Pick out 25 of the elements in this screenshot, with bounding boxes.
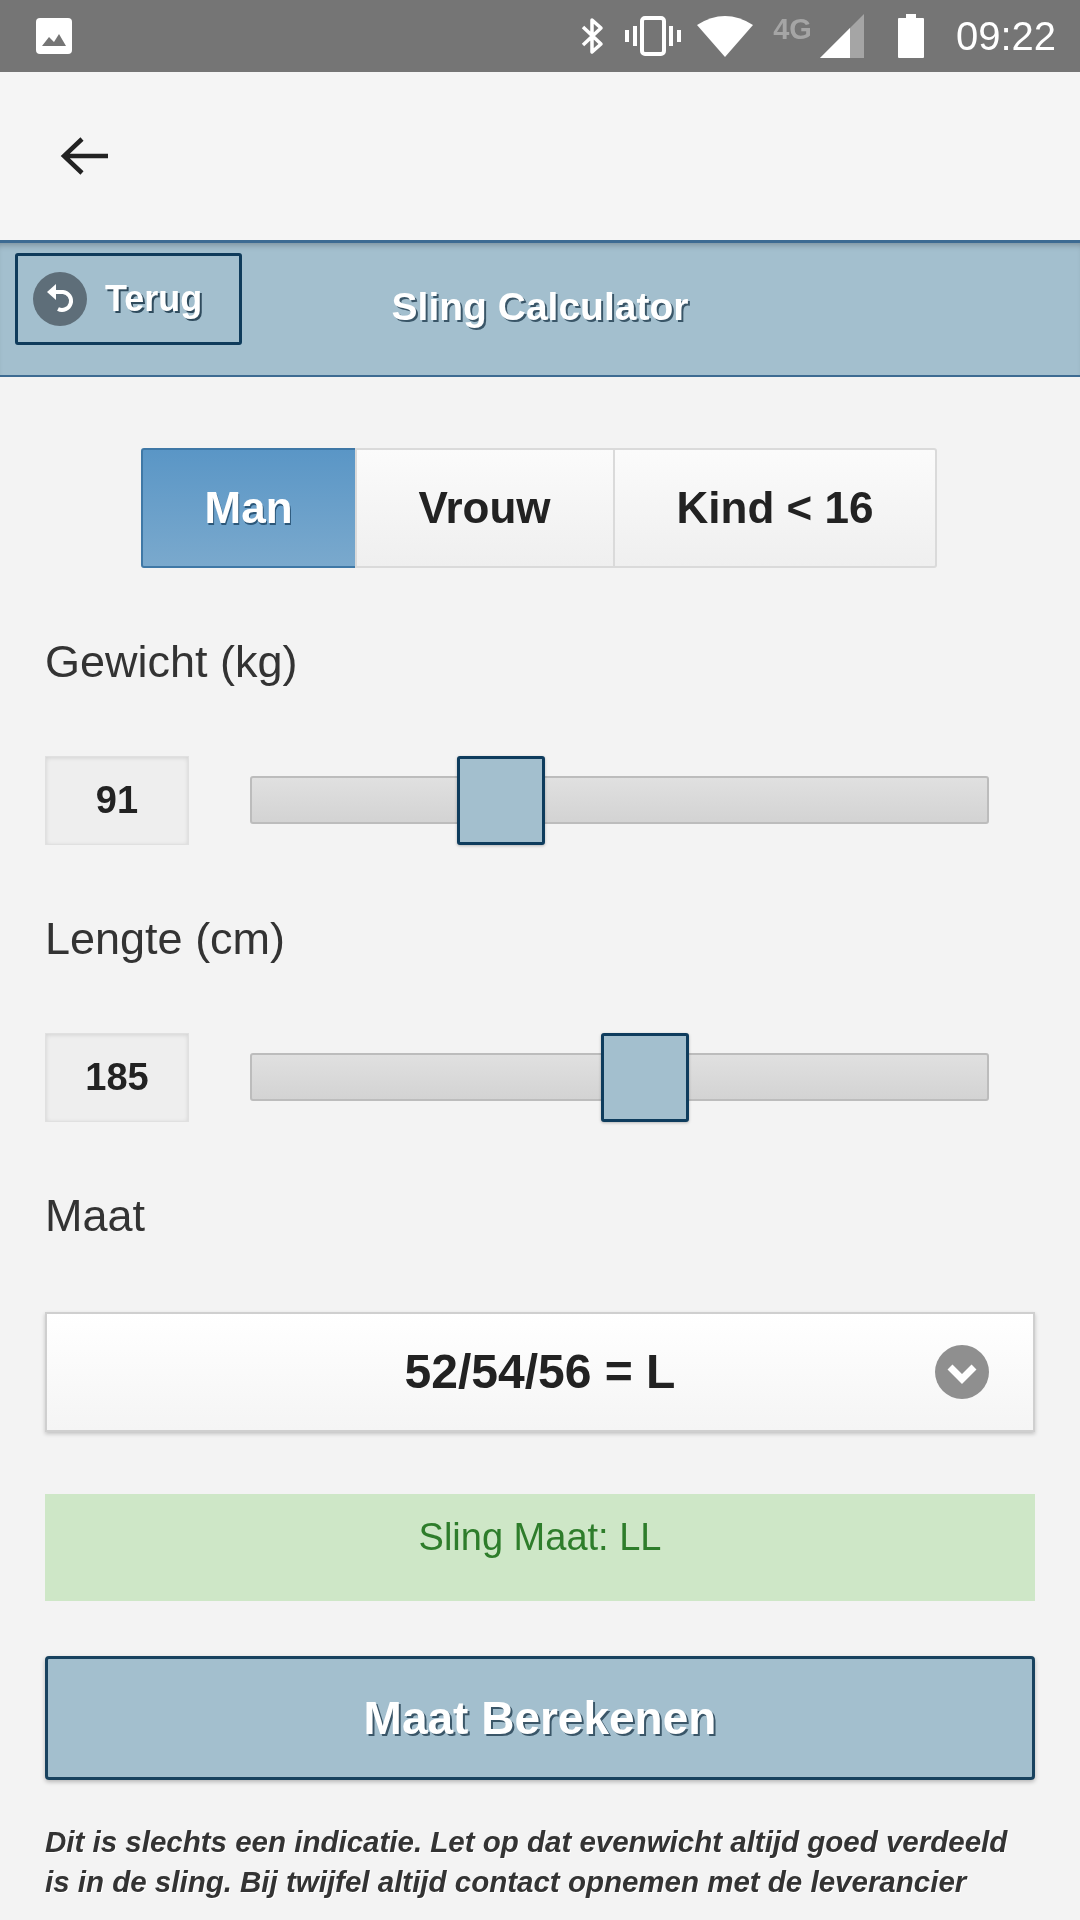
vibrate-icon	[625, 15, 682, 57]
gender-tab[interactable]: Vrouw	[354, 448, 615, 568]
back-arrow-icon[interactable]	[60, 136, 110, 176]
slider-track[interactable]	[250, 756, 989, 845]
slider-thumb[interactable]	[600, 1033, 689, 1122]
page-title: Sling Calculator	[391, 284, 689, 330]
gender-tab[interactable]: Kind < 16	[612, 448, 938, 568]
clock-time: 09:22	[955, 16, 1056, 56]
undo-icon	[33, 272, 87, 326]
dropdown-value: 52/54/56 = L	[404, 1344, 676, 1400]
disclaimer-text: Dit is slechts een indicatie. Let op dat evenwicht altijd goed verdeeld is in de sling. Bij twijfel altijd contact opnemen met de leverancier	[45, 1824, 1009, 1900]
battery-icon	[897, 14, 924, 58]
value-field[interactable]: 185	[45, 1033, 189, 1122]
image-icon	[36, 18, 72, 54]
field-label: Maat	[45, 1191, 146, 1241]
slider-track[interactable]	[250, 1033, 989, 1122]
value-field[interactable]: 91	[45, 756, 189, 845]
field-label: Lengte (cm)	[45, 914, 286, 964]
size-dropdown[interactable]: 52/54/56 = L	[45, 1312, 1035, 1432]
wifi-icon	[697, 15, 754, 57]
signal-icon	[819, 14, 864, 58]
slider-thumb[interactable]	[457, 756, 546, 845]
result-message: Sling Maat: LL	[45, 1494, 1035, 1601]
field-label: Gewicht (kg)	[45, 637, 298, 687]
chevron-down-icon	[935, 1345, 989, 1399]
